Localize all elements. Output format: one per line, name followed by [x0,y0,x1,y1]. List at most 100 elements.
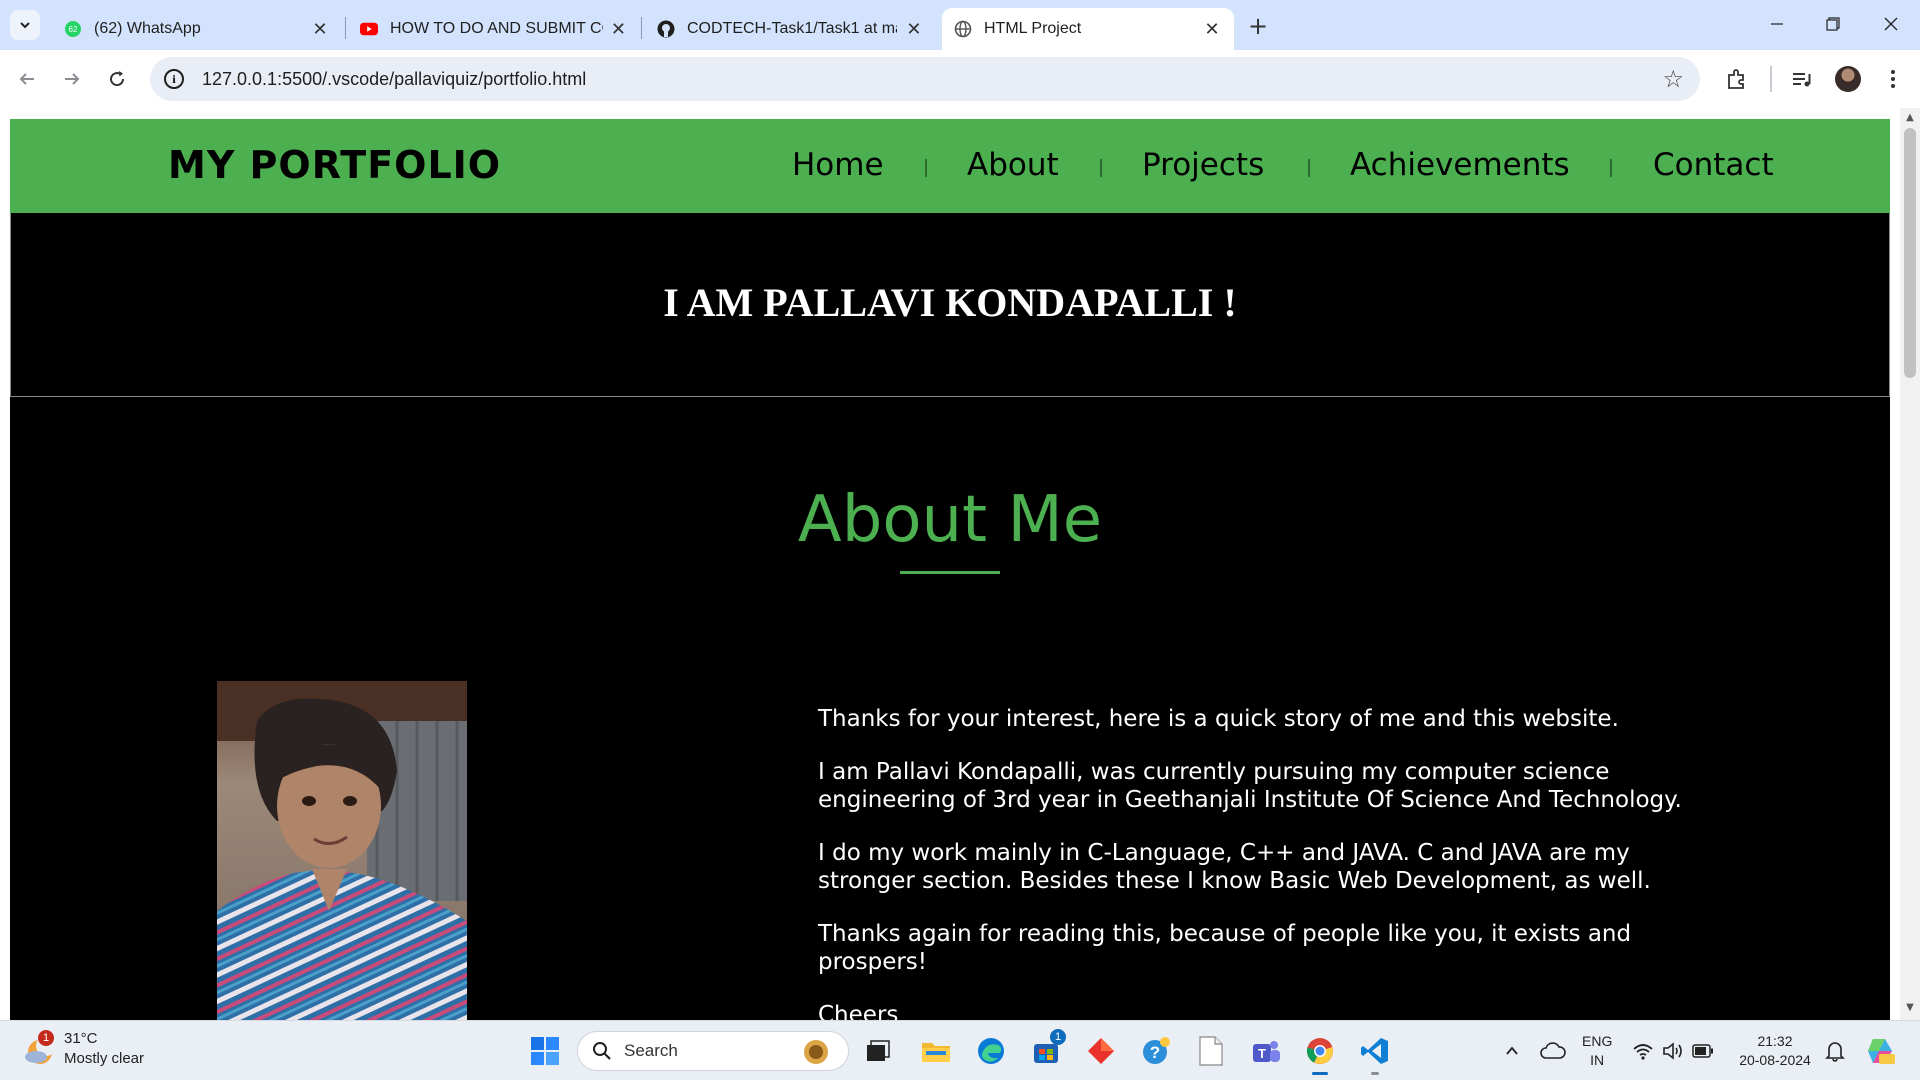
arrow-left-icon [19,73,34,85]
close-window-button[interactable] [1866,8,1916,40]
folder-icon [922,1043,950,1062]
taskbar-file-explorer[interactable] [918,1033,954,1069]
svg-text:T: T [1258,1046,1266,1061]
taskbar-help[interactable]: ? [1138,1033,1174,1069]
taskbar-edge[interactable] [973,1033,1009,1069]
avatar-icon [1835,66,1861,92]
close-icon[interactable]: ✕ [1202,19,1222,40]
tab-label: HOW TO DO AND SUBMIT CODTECH [390,20,603,37]
close-icon[interactable]: ✕ [905,19,923,40]
site-logo[interactable]: MY PORTFOLIO [168,143,501,187]
tab-search-button[interactable] [10,10,40,40]
browser-toolbar: i 127.0.0.1:5500/.vscode/pallaviquiz/por… [0,50,1920,108]
search-label: Search [624,1041,678,1060]
nav-achievements[interactable]: Achievements [1350,147,1570,183]
start-button[interactable] [527,1033,563,1069]
weather-widget[interactable]: 1 31°C Mostly clear [22,1029,144,1069]
arrow-right-icon [65,73,80,85]
search-highlight-icon [804,1040,828,1064]
nav-divider [1308,159,1310,177]
plus-icon: + [1247,12,1269,40]
document-icon [1199,1036,1223,1066]
restore-button[interactable] [1808,8,1858,40]
taskbar-office[interactable] [1083,1033,1119,1069]
onedrive-button[interactable] [1535,1033,1571,1069]
menu-button[interactable] [1878,64,1908,94]
nav-divider [1100,159,1102,177]
bell-icon [1825,1042,1845,1062]
copilot-button[interactable] [1862,1033,1898,1069]
about-section: About Me Thanks for your interest, here … [10,397,1890,1020]
bookmark-star-icon[interactable]: ☆ [1662,65,1684,93]
chrome-icon [1306,1038,1333,1064]
active-indicator [1312,1072,1328,1075]
language-indicator[interactable]: ENG IN [1582,1032,1612,1070]
address-bar[interactable]: i 127.0.0.1:5500/.vscode/pallaviquiz/por… [150,57,1700,101]
language-line2: IN [1590,1052,1605,1068]
task-view-button[interactable] [860,1033,896,1069]
help-icon: ? [1143,1037,1170,1064]
copilot-icon [1868,1039,1895,1064]
tab-youtube[interactable]: HOW TO DO AND SUBMIT CODTECH ✕ [348,8,638,50]
tab-divider [345,17,346,39]
close-icon[interactable]: ✕ [611,19,626,40]
nav-home[interactable]: Home [792,147,884,183]
taskbar-chrome[interactable] [1302,1033,1338,1075]
browser-tab-bar: 62 (62) WhatsApp ✕ HOW TO DO AND SUBMIT … [0,0,1920,50]
new-tab-button[interactable]: + [1244,12,1272,40]
scrollbar-thumb[interactable] [1904,128,1916,378]
scroll-up-icon[interactable]: ▲ [1904,112,1916,124]
nav-about[interactable]: About [967,147,1059,183]
chevron-down-icon [20,22,30,29]
minimize-button[interactable] [1752,8,1802,40]
clock-time: 21:32 [1757,1033,1793,1049]
tab-label: HTML Project [984,20,1082,37]
search-icon [593,1042,611,1060]
about-paragraph: Thanks for your interest, here is a quic… [818,706,1619,732]
kebab-menu-icon [1891,70,1895,88]
tab-whatsapp[interactable]: 62 (62) WhatsApp ✕ [52,8,342,50]
notifications-button[interactable] [1817,1033,1853,1069]
playlist-icon [1793,73,1811,87]
wifi-icon [1633,1044,1653,1060]
tab-github[interactable]: CODTECH-Task1/Task1 at main ✕ [645,8,935,50]
globe-icon [954,20,972,38]
page-viewport: MY PORTFOLIO Home About Projects Achieve… [0,108,1900,1020]
taskbar-vscode[interactable] [1357,1033,1393,1075]
taskbar-store[interactable]: 1 [1028,1029,1066,1069]
close-icon [1884,17,1898,31]
weather-desc: Mostly clear [64,1050,145,1067]
taskbar-search[interactable]: Search [577,1031,849,1071]
extensions-button[interactable] [1722,64,1752,94]
page-scrollbar[interactable]: ▲ ▼ [1900,108,1920,1020]
edge-icon [978,1038,1004,1064]
about-paragraph: I do my work mainly in C-Language, C++ a… [818,840,1651,894]
tab-divider [641,17,642,39]
tab-label: CODTECH-Task1/Task1 at main [687,20,897,37]
volume-icon [1663,1042,1682,1060]
taskbar-teams[interactable]: T [1248,1033,1284,1069]
hero-title: I AM PALLAVI KONDAPALLI ! [663,280,1237,325]
forward-button[interactable] [55,62,89,96]
tab-html-project[interactable]: HTML Project ✕ [942,8,1234,50]
clock[interactable]: 21:32 20-08-2024 [1737,1032,1813,1070]
site-info-icon[interactable]: i [164,69,184,89]
whatsapp-icon: 62 [64,20,82,38]
profile-photo [217,681,467,1020]
show-hidden-icons[interactable] [1494,1033,1530,1069]
nav-projects[interactable]: Projects [1142,147,1264,183]
media-controls-button[interactable] [1787,64,1817,94]
svg-text:?: ? [1150,1043,1160,1062]
hero-banner: I AM PALLAVI KONDAPALLI ! [10,213,1890,397]
profile-avatar[interactable] [1833,64,1863,94]
close-icon[interactable]: ✕ [310,19,330,40]
nav-contact[interactable]: Contact [1653,147,1774,183]
whatsapp-badge-text: 62 [69,25,78,34]
taskbar-notepad[interactable] [1193,1033,1229,1069]
reload-button[interactable] [100,62,134,96]
teams-icon: T [1253,1041,1280,1062]
minimize-icon [1771,23,1783,25]
scroll-down-icon[interactable]: ▼ [1904,1002,1916,1014]
back-button[interactable] [10,62,44,96]
quick-settings[interactable] [1628,1033,1718,1069]
